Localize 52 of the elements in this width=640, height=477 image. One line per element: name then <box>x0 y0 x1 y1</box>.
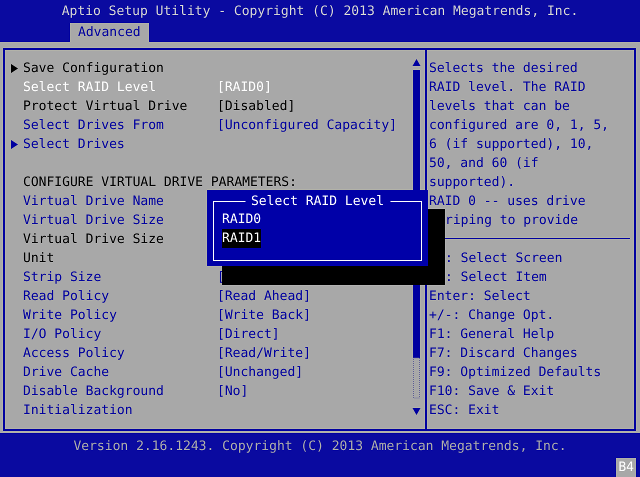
key-hint: F1: General Help <box>429 326 556 344</box>
code-badge: B4 <box>616 458 636 477</box>
key-hint: ESC: Exit <box>429 402 500 420</box>
setting-label[interactable]: Drive Cache <box>23 364 110 380</box>
help-text: riping to provide <box>445 212 580 230</box>
setting-value: [Read/Write] <box>217 344 311 362</box>
help-text: levels that can be <box>429 98 571 116</box>
key-hint: : Select Item <box>445 268 548 286</box>
setting-label[interactable]: Disable Background <box>23 384 164 398</box>
setting-label[interactable]: Select Drives From <box>23 118 164 132</box>
key-hint: F10: Save & Exit <box>429 382 556 400</box>
help-text: 6 (if supported), 10, <box>429 136 594 154</box>
app-title: Aptio Setup Utility - Copyright (C) 2013 American Megatrends, Inc. <box>62 3 578 21</box>
setting-label[interactable]: Virtual Drive Size <box>23 212 164 228</box>
submenu-arrow-icon <box>10 140 18 148</box>
section-heading: CONFIGURE VIRTUAL DRIVE PARAMETERS: <box>23 174 297 192</box>
setting-label[interactable]: Select Drives <box>23 136 125 152</box>
key-hint: F9: Optimized Defaults <box>429 364 602 382</box>
help-text: supported). <box>429 174 516 192</box>
help-text: configured are 0, 1, 5, <box>429 116 610 134</box>
setting-label: Save Configuration <box>23 60 164 76</box>
setting-value: [RAID0] <box>217 78 272 96</box>
popup-option[interactable]: RAID1 <box>222 229 262 248</box>
setting-label[interactable]: Strip Size <box>23 270 102 284</box>
setting-label[interactable]: Read Policy <box>23 288 110 304</box>
key-hint: +/-: Change Opt. <box>429 306 556 324</box>
setting-value: [Write Back] <box>217 306 311 324</box>
setting-label[interactable]: Virtual Drive Name <box>23 194 164 208</box>
help-text: 50, and 60 (if <box>429 154 540 172</box>
version-text: Version 2.16.1243. Copyright (C) 2013 American Megatrends, Inc. <box>73 438 567 456</box>
setting-label[interactable]: Write Policy <box>23 308 117 322</box>
setting-label[interactable]: Access Policy <box>23 346 125 360</box>
key-hint: : Select Screen <box>445 250 564 268</box>
setting-label[interactable]: I/O Policy <box>23 326 102 342</box>
setting-value: [Direct] <box>217 326 280 344</box>
setting-value: [No] <box>217 382 248 400</box>
setting-value: [Disabled] <box>217 98 296 116</box>
setting-label: Virtual Drive Size <box>23 232 164 246</box>
setting-value: [Read Ahead] <box>217 288 311 306</box>
help-text: RAID level. The RAID <box>429 78 587 96</box>
setting-label: Unit <box>23 250 54 266</box>
setting-value: [Unconfigured Capacity] <box>217 116 398 134</box>
key-hint: F7: Discard Changes <box>429 344 579 362</box>
submenu-arrow-icon <box>10 64 18 72</box>
setting-label: Protect Virtual Drive <box>23 98 188 114</box>
key-hint: Enter: Select <box>429 288 532 306</box>
popup-option[interactable]: RAID0 <box>222 210 262 229</box>
setting-label[interactable]: Initialization <box>23 402 133 418</box>
help-text: Selects the desired <box>429 60 579 78</box>
help-text: RAID 0 -- uses drive <box>429 192 587 210</box>
setting-value: [Unchanged] <box>217 364 304 382</box>
menu-tab[interactable]: Advanced <box>70 23 149 42</box>
